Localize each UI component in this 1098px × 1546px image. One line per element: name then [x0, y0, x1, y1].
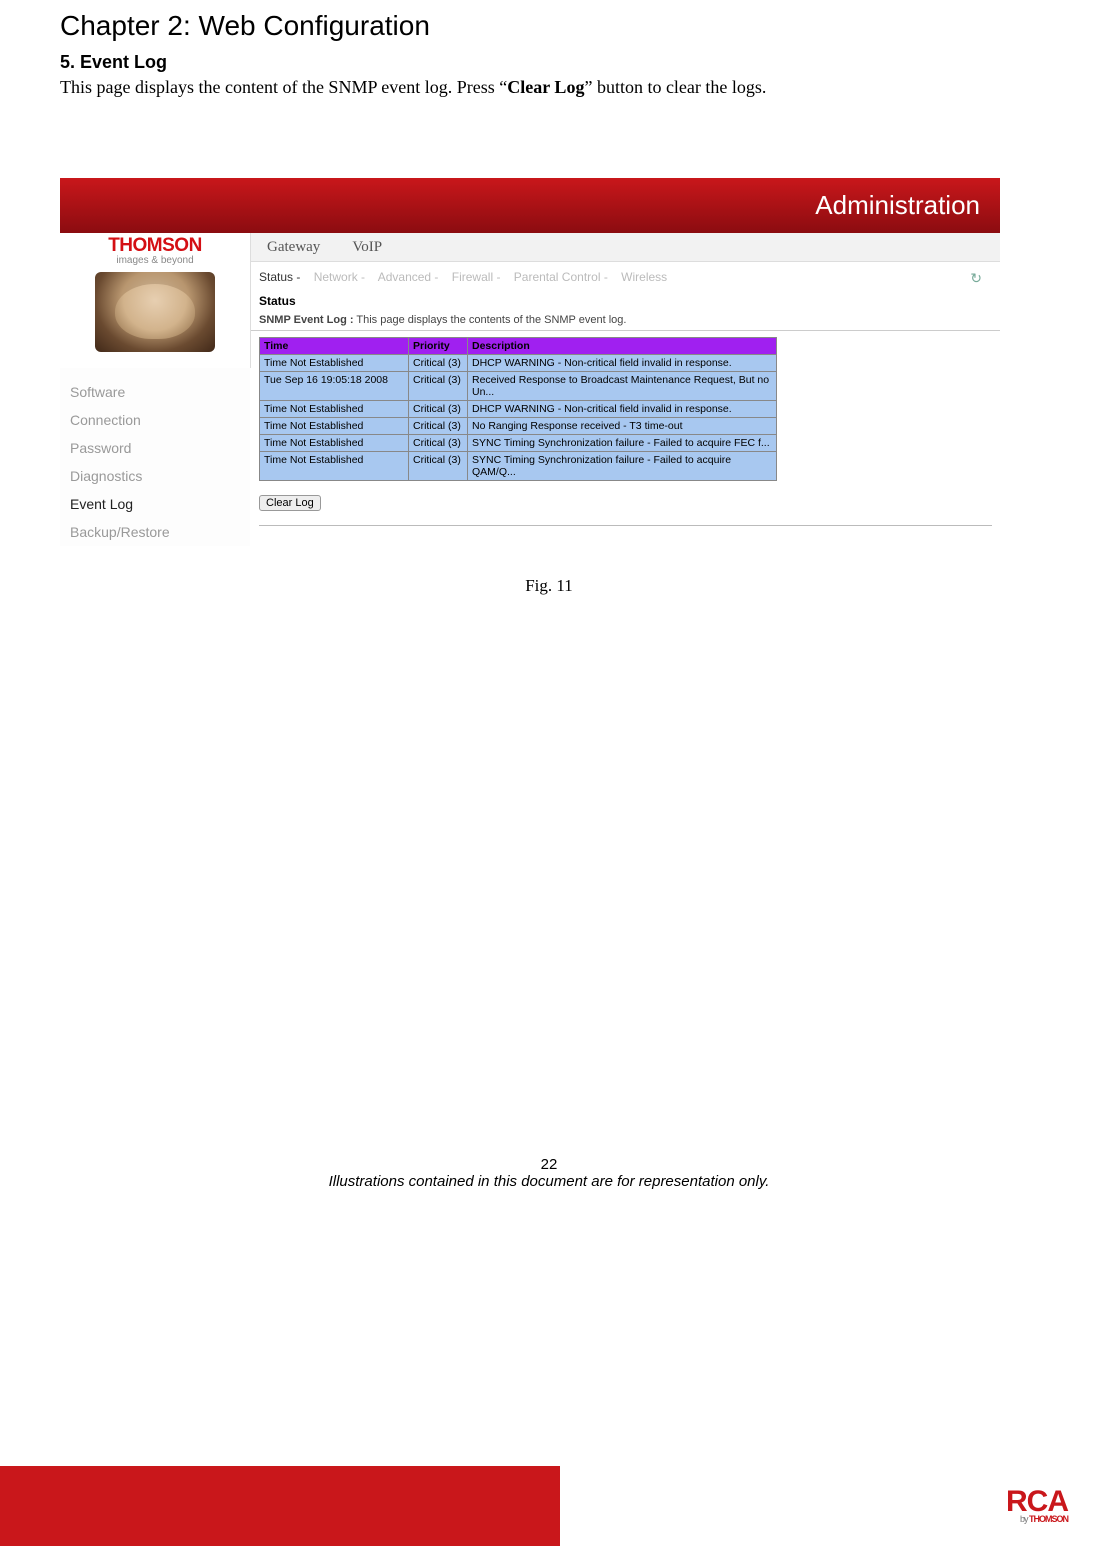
- chapter-title: Chapter 2: Web Configuration: [60, 10, 1038, 42]
- status-desc-text: This page displays the contents of the S…: [356, 314, 626, 326]
- header-left-slice: [60, 178, 250, 233]
- sidebar-item-connection[interactable]: Connection: [60, 406, 250, 434]
- refresh-icon[interactable]: ↻: [970, 270, 982, 287]
- sidebar: Software Connection Password Diagnostics…: [60, 368, 250, 546]
- table-header-row: Time Priority Description: [260, 338, 777, 355]
- status-desc-label: SNMP Event Log :: [259, 314, 354, 326]
- subtab-wireless[interactable]: Wireless: [621, 270, 667, 284]
- body-text-bold: Clear Log: [507, 77, 584, 97]
- table-row: Time Not EstablishedCritical (3) SYNC Ti…: [260, 452, 777, 481]
- rca-logo: RCA by THOMSON: [1006, 1488, 1068, 1523]
- event-log-table: Time Priority Description Time Not Estab…: [259, 337, 777, 481]
- page-number: 22: [60, 1156, 1038, 1173]
- subtab-advanced[interactable]: Advanced -: [378, 270, 439, 284]
- brand-logo: THOMSON: [108, 235, 202, 257]
- footer-disclaimer: Illustrations contained in this document…: [60, 1173, 1038, 1190]
- footer-bar: RCA by THOMSON: [0, 1466, 1098, 1546]
- section-title: 5. Event Log: [60, 52, 1038, 73]
- table-row: Tue Sep 16 19:05:18 2008Critical (3) Rec…: [260, 372, 777, 401]
- subtab-firewall[interactable]: Firewall -: [452, 270, 501, 284]
- th-priority: Priority: [409, 338, 468, 355]
- brand-tagline: images & beyond: [116, 255, 193, 266]
- th-description: Description: [468, 338, 777, 355]
- sidebar-item-eventlog[interactable]: Event Log: [60, 490, 250, 518]
- admin-screenshot: Administration THOMSON images & beyond S…: [60, 178, 1000, 546]
- divider: [259, 525, 992, 526]
- sidebar-item-diagnostics[interactable]: Diagnostics: [60, 462, 250, 490]
- subtab-network[interactable]: Network -: [314, 270, 365, 284]
- rca-by: by: [1020, 1514, 1029, 1524]
- sidebar-item-password[interactable]: Password: [60, 434, 250, 462]
- sidebar-item-software[interactable]: Software: [60, 378, 250, 406]
- top-tabs: Gateway VoIP: [251, 233, 1000, 262]
- tab-voip[interactable]: VoIP: [352, 239, 382, 256]
- body-text-prefix: This page displays the content of the SN…: [60, 77, 507, 97]
- sidebar-item-backuprestore[interactable]: Backup/Restore: [60, 518, 250, 546]
- status-heading: Status: [251, 292, 1000, 310]
- clear-log-button[interactable]: Clear Log: [259, 495, 321, 511]
- sub-tabs: ↻ Status - Network - Advanced - Firewall…: [251, 262, 1000, 292]
- brand-face-image: [95, 272, 215, 352]
- footer-red-block: [0, 1466, 560, 1546]
- header-title: Administration: [250, 178, 1000, 233]
- logo-zone: THOMSON images & beyond: [60, 233, 251, 368]
- table-row: Time Not EstablishedCritical (3) No Rang…: [260, 418, 777, 435]
- th-time: Time: [260, 338, 409, 355]
- body-text-suffix: ” button to clear the logs.: [584, 77, 766, 97]
- subtab-status[interactable]: Status -: [259, 270, 300, 284]
- table-row: Time Not EstablishedCritical (3) SYNC Ti…: [260, 435, 777, 452]
- rca-maker: THOMSON: [1029, 1514, 1068, 1524]
- table-row: Time Not EstablishedCritical (3) DHCP WA…: [260, 355, 777, 372]
- tab-gateway[interactable]: Gateway: [267, 239, 320, 256]
- footer-logo-area: RCA by THOMSON: [560, 1466, 1098, 1546]
- status-description: SNMP Event Log : This page displays the …: [251, 310, 1000, 331]
- body-paragraph: This page displays the content of the SN…: [60, 77, 1038, 98]
- table-row: Time Not EstablishedCritical (3) DHCP WA…: [260, 401, 777, 418]
- figure-caption: Fig. 11: [60, 576, 1038, 596]
- subtab-parental[interactable]: Parental Control -: [514, 270, 608, 284]
